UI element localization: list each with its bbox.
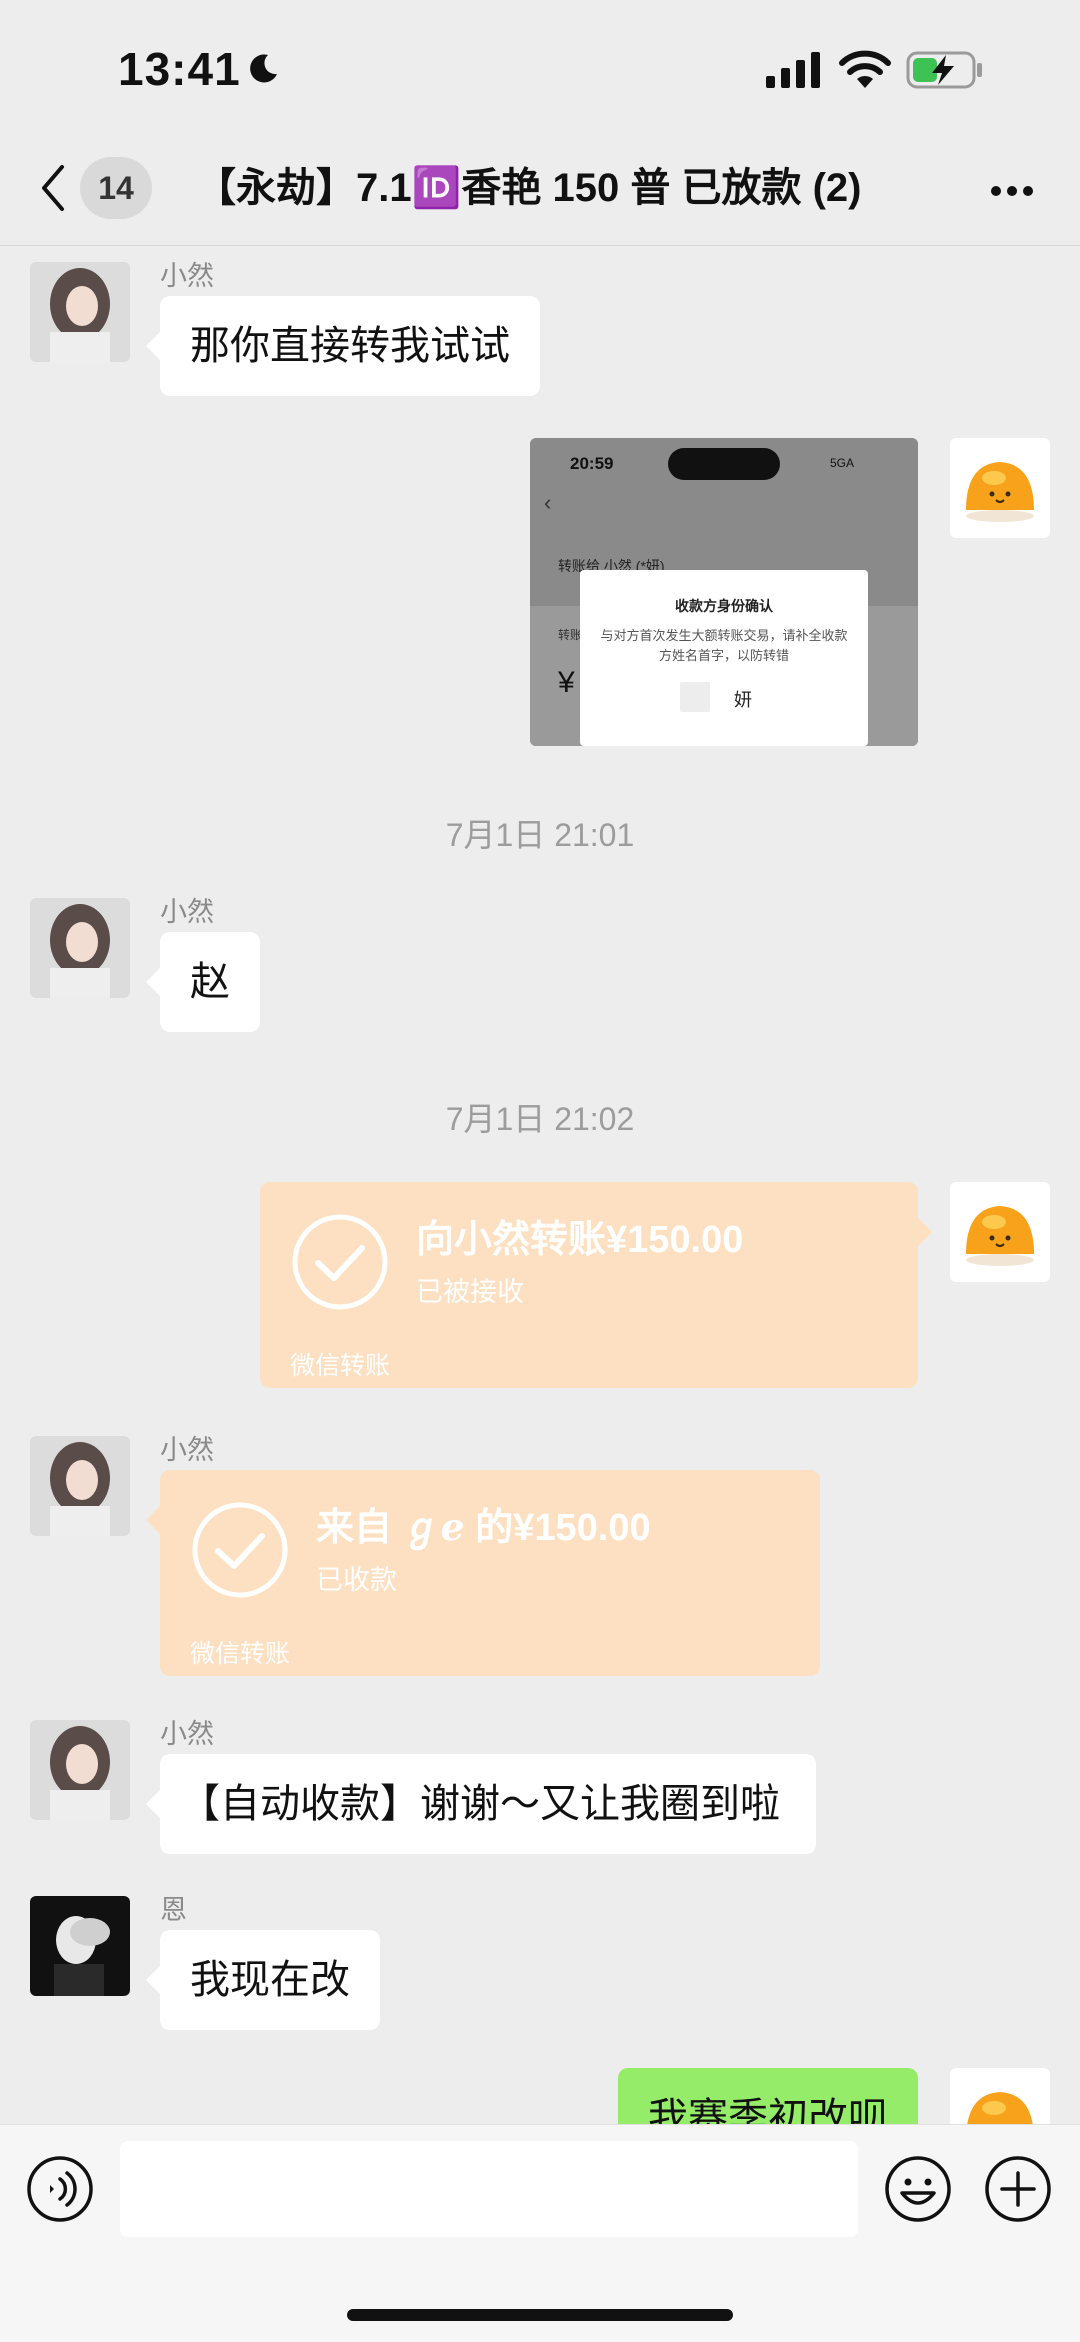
avatar-photo <box>30 898 130 998</box>
shot-time: 20:59 <box>570 454 614 473</box>
avatar-photo <box>30 262 130 362</box>
back-arrow-icon[interactable] <box>38 163 68 213</box>
my-avatar[interactable] <box>950 1182 1050 1282</box>
home-indicator[interactable] <box>347 2309 733 2321</box>
check-circle-icon <box>292 1214 388 1310</box>
chat-header: 14 【永劫】7.1🆔香艳 150 普 已放款 (2) <box>0 145 1080 246</box>
sender-name: 小然 <box>160 1719 214 1749</box>
orange-blob-avatar <box>966 462 1034 522</box>
transfer-status: 已收款 <box>316 1565 397 1595</box>
avatar[interactable] <box>30 1720 130 1820</box>
check-circle-icon <box>192 1502 288 1598</box>
transfer-status: 已被接收 <box>416 1277 524 1307</box>
shot-signal: 5GA <box>830 456 855 470</box>
dialog-input-box <box>680 682 710 712</box>
status-bar: 13:41 <box>0 0 1080 145</box>
moon-icon <box>250 54 277 83</box>
orange-blob-avatar <box>967 2092 1033 2124</box>
message-bubble[interactable]: 我现在改 <box>146 1930 380 2030</box>
avatar-photo <box>30 1896 130 1996</box>
shot-back: ‹ <box>544 490 552 515</box>
plus-icon[interactable] <box>984 2155 1052 2223</box>
transfer-footer: 微信转账 <box>190 1640 291 1668</box>
message-bubble[interactable]: 那你直接转我试试 <box>146 296 540 396</box>
avatar[interactable] <box>30 898 130 998</box>
dialog-body: 与对方首次发生大额转账交易，请补全收款方姓名首字，以防转错 <box>600 628 848 663</box>
avatar[interactable] <box>30 1896 130 1996</box>
shot-side-label: 转账 <box>558 628 583 642</box>
sender-name: 小然 <box>160 1435 214 1465</box>
more-options-icon[interactable] <box>990 185 1034 197</box>
my-avatar[interactable] <box>950 2068 1050 2124</box>
transfer-amount: 来自 ℊℯ 的¥150.00 <box>316 1507 651 1549</box>
sender-name: 小然 <box>160 897 214 927</box>
transfer-amount: 向小然转账¥150.00 <box>416 1219 744 1261</box>
wifi-icon <box>839 50 891 88</box>
shot-side-yen: ¥ <box>558 666 575 699</box>
message-bubble[interactable]: 【自动收款】谢谢～又让我圈到啦 <box>146 1754 816 1854</box>
message-input[interactable] <box>120 2141 858 2237</box>
message-bubble[interactable]: 赵 <box>146 932 260 1032</box>
shot-dialog: 收款方身份确认 与对方首次发生大额转账交易，请补全收款方姓名首字，以防转错 妍 <box>580 570 868 746</box>
orange-blob-avatar <box>966 1206 1034 1266</box>
my-message-bubble[interactable]: 我赛季初改呗 <box>618 2068 918 2124</box>
timestamp: 7月1日 21:01 <box>445 817 635 853</box>
input-bar <box>0 2124 1080 2342</box>
transfer-card-received[interactable]: 来自 ℊℯ 的¥150.00 已收款 微信转账 <box>146 1470 820 1676</box>
transfer-card-sent[interactable]: 向小然转账¥150.00 已被接收 微信转账 <box>260 1182 932 1388</box>
transfer-footer: 微信转账 <box>290 1352 391 1380</box>
sender-name: 恩 <box>160 1895 187 1925</box>
dialog-title: 收款方身份确认 <box>675 598 773 614</box>
image-message[interactable]: 20:59 5GA ‹ 转账给 小然 (*妍) 转账 ¥ 收款方身份确认 与对方… <box>530 438 918 746</box>
sender-name: 小然 <box>160 261 214 291</box>
chat-title: 【永劫】7.1🆔香艳 150 普 已放款 (2) <box>196 166 862 210</box>
shot-dynamic-island <box>668 448 780 480</box>
my-avatar[interactable] <box>950 438 1050 538</box>
avatar[interactable] <box>30 1436 130 1536</box>
signal-icon <box>766 52 820 88</box>
avatar[interactable] <box>30 262 130 362</box>
emoji-icon[interactable] <box>884 2155 952 2223</box>
unread-count-badge[interactable]: 14 <box>80 157 152 219</box>
voice-input-icon[interactable] <box>26 2155 94 2223</box>
battery-charging-icon <box>906 51 982 89</box>
timestamp: 7月1日 21:02 <box>445 1101 635 1137</box>
dialog-char: 妍 <box>734 690 752 710</box>
status-time: 13:41 <box>118 43 241 95</box>
avatar-photo <box>30 1436 130 1536</box>
avatar-photo <box>30 1720 130 1820</box>
message-list[interactable]: 小然 那你直接转我试试 20:59 5GA ‹ 转账给 小然 (*妍) 转账 ¥… <box>0 246 1080 2124</box>
